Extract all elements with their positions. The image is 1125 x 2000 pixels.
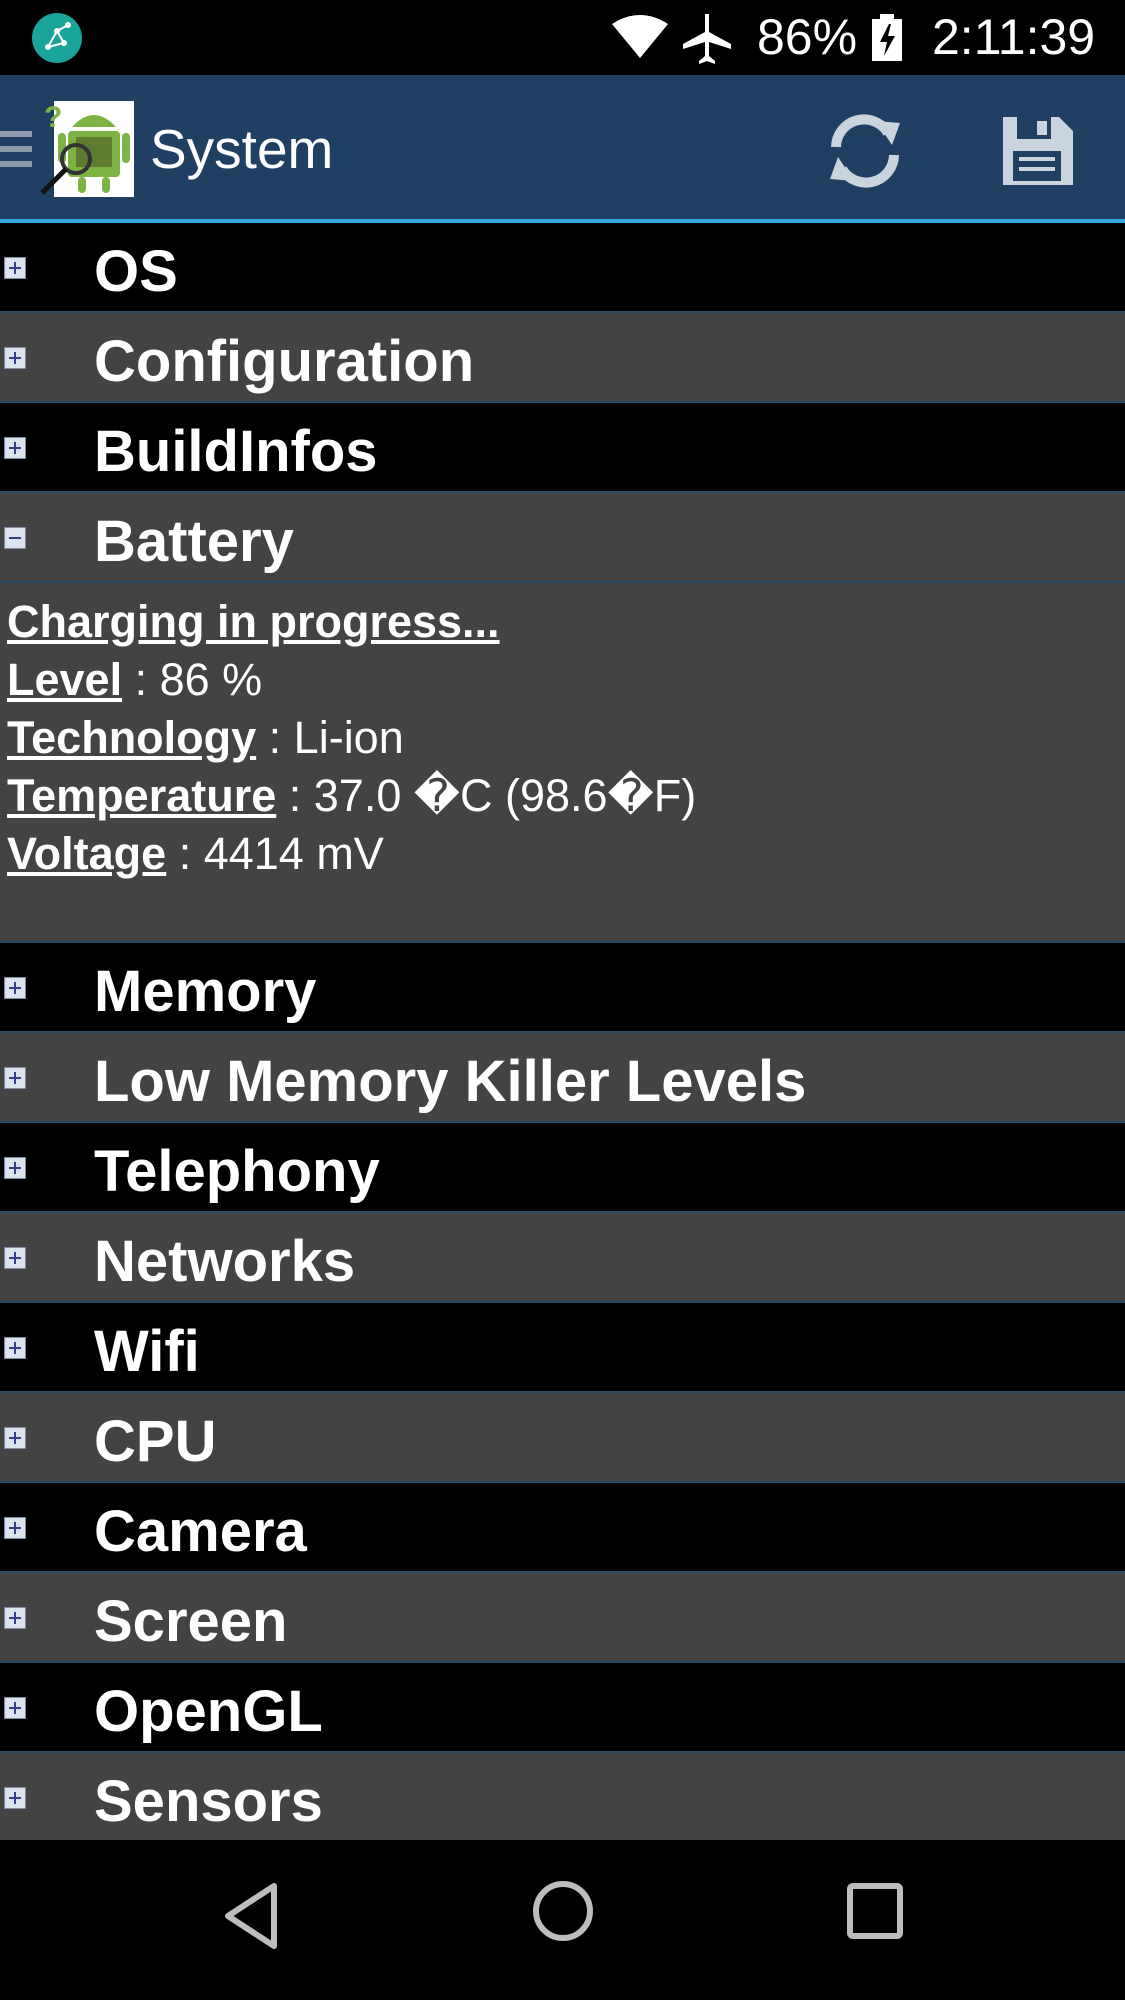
expand-icon[interactable] xyxy=(4,1427,26,1449)
section-wifi[interactable]: Wifi xyxy=(0,1303,1125,1393)
expand-icon[interactable] xyxy=(4,1067,26,1089)
back-icon[interactable] xyxy=(220,1880,284,1952)
battery-voltage: Voltage : 4414 mV xyxy=(7,828,384,879)
home-icon[interactable] xyxy=(530,1878,596,1944)
section-list: OS Configuration BuildInfos Battery Char… xyxy=(0,223,1125,1843)
app-notification-icon xyxy=(32,13,82,63)
recents-icon[interactable] xyxy=(846,1882,904,1940)
expand-icon[interactable] xyxy=(4,977,26,999)
section-configuration[interactable]: Configuration xyxy=(0,313,1125,403)
section-label: Telephony xyxy=(94,1139,380,1204)
expand-icon[interactable] xyxy=(4,1157,26,1179)
save-icon[interactable] xyxy=(997,111,1077,191)
expand-icon[interactable] xyxy=(4,1697,26,1719)
section-buildinfos[interactable]: BuildInfos xyxy=(0,403,1125,493)
battery-temperature: Temperature : 37.0 �C (98.6�F) xyxy=(7,770,697,821)
section-label: Camera xyxy=(94,1499,307,1564)
section-camera[interactable]: Camera xyxy=(0,1483,1125,1573)
section-memory[interactable]: Memory xyxy=(0,943,1125,1033)
section-label: Wifi xyxy=(94,1319,200,1384)
section-battery[interactable]: Battery xyxy=(0,493,1125,583)
section-label: Low Memory Killer Levels xyxy=(94,1049,807,1114)
airplane-mode-icon xyxy=(683,14,731,64)
expand-icon[interactable] xyxy=(4,1787,26,1809)
action-bar: ? System xyxy=(0,75,1125,223)
section-label: Configuration xyxy=(94,329,475,394)
battery-percentage: 86% xyxy=(757,9,858,65)
section-label: Memory xyxy=(94,959,317,1024)
section-label: CPU xyxy=(94,1409,217,1474)
battery-status: Charging in progress... xyxy=(7,596,500,647)
section-screen[interactable]: Screen xyxy=(0,1573,1125,1663)
svg-text:?: ? xyxy=(44,101,62,134)
battery-level: Level : 86 % xyxy=(7,654,263,705)
app-logo[interactable]: ? xyxy=(36,97,138,199)
section-networks[interactable]: Networks xyxy=(0,1213,1125,1303)
section-label: OS xyxy=(94,239,178,304)
expand-icon[interactable] xyxy=(4,257,26,279)
expand-icon[interactable] xyxy=(4,437,26,459)
menu-icon[interactable] xyxy=(0,131,32,171)
section-opengl[interactable]: OpenGL xyxy=(0,1663,1125,1753)
expand-icon[interactable] xyxy=(4,1517,26,1539)
section-low-memory-killer-levels[interactable]: Low Memory Killer Levels xyxy=(0,1033,1125,1123)
expand-icon[interactable] xyxy=(4,1337,26,1359)
section-label: Battery xyxy=(94,509,294,574)
section-sensors[interactable]: Sensors xyxy=(0,1753,1125,1843)
collapse-icon[interactable] xyxy=(4,527,26,549)
page-title: System xyxy=(150,118,334,180)
section-label: Screen xyxy=(94,1589,288,1654)
battery-details: Charging in progress... Level : 86 % Tec… xyxy=(0,583,1125,943)
section-telephony[interactable]: Telephony xyxy=(0,1123,1125,1213)
expand-icon[interactable] xyxy=(4,1247,26,1269)
section-cpu[interactable]: CPU xyxy=(0,1393,1125,1483)
battery-technology: Technology : Li-ion xyxy=(7,712,404,763)
clock: 2:11:39 xyxy=(932,9,1096,65)
navigation-bar xyxy=(0,1840,1125,2000)
section-label: Sensors xyxy=(94,1769,323,1834)
section-label: BuildInfos xyxy=(94,419,378,484)
status-bar: 86% 2:11:39 xyxy=(0,0,1125,75)
wifi-icon xyxy=(612,15,668,58)
section-os[interactable]: OS xyxy=(0,223,1125,313)
refresh-icon[interactable] xyxy=(820,111,910,191)
section-label: Networks xyxy=(94,1229,356,1294)
expand-icon[interactable] xyxy=(4,1607,26,1629)
section-label: OpenGL xyxy=(94,1679,323,1744)
expand-icon[interactable] xyxy=(4,347,26,369)
battery-charging-icon xyxy=(872,14,902,61)
